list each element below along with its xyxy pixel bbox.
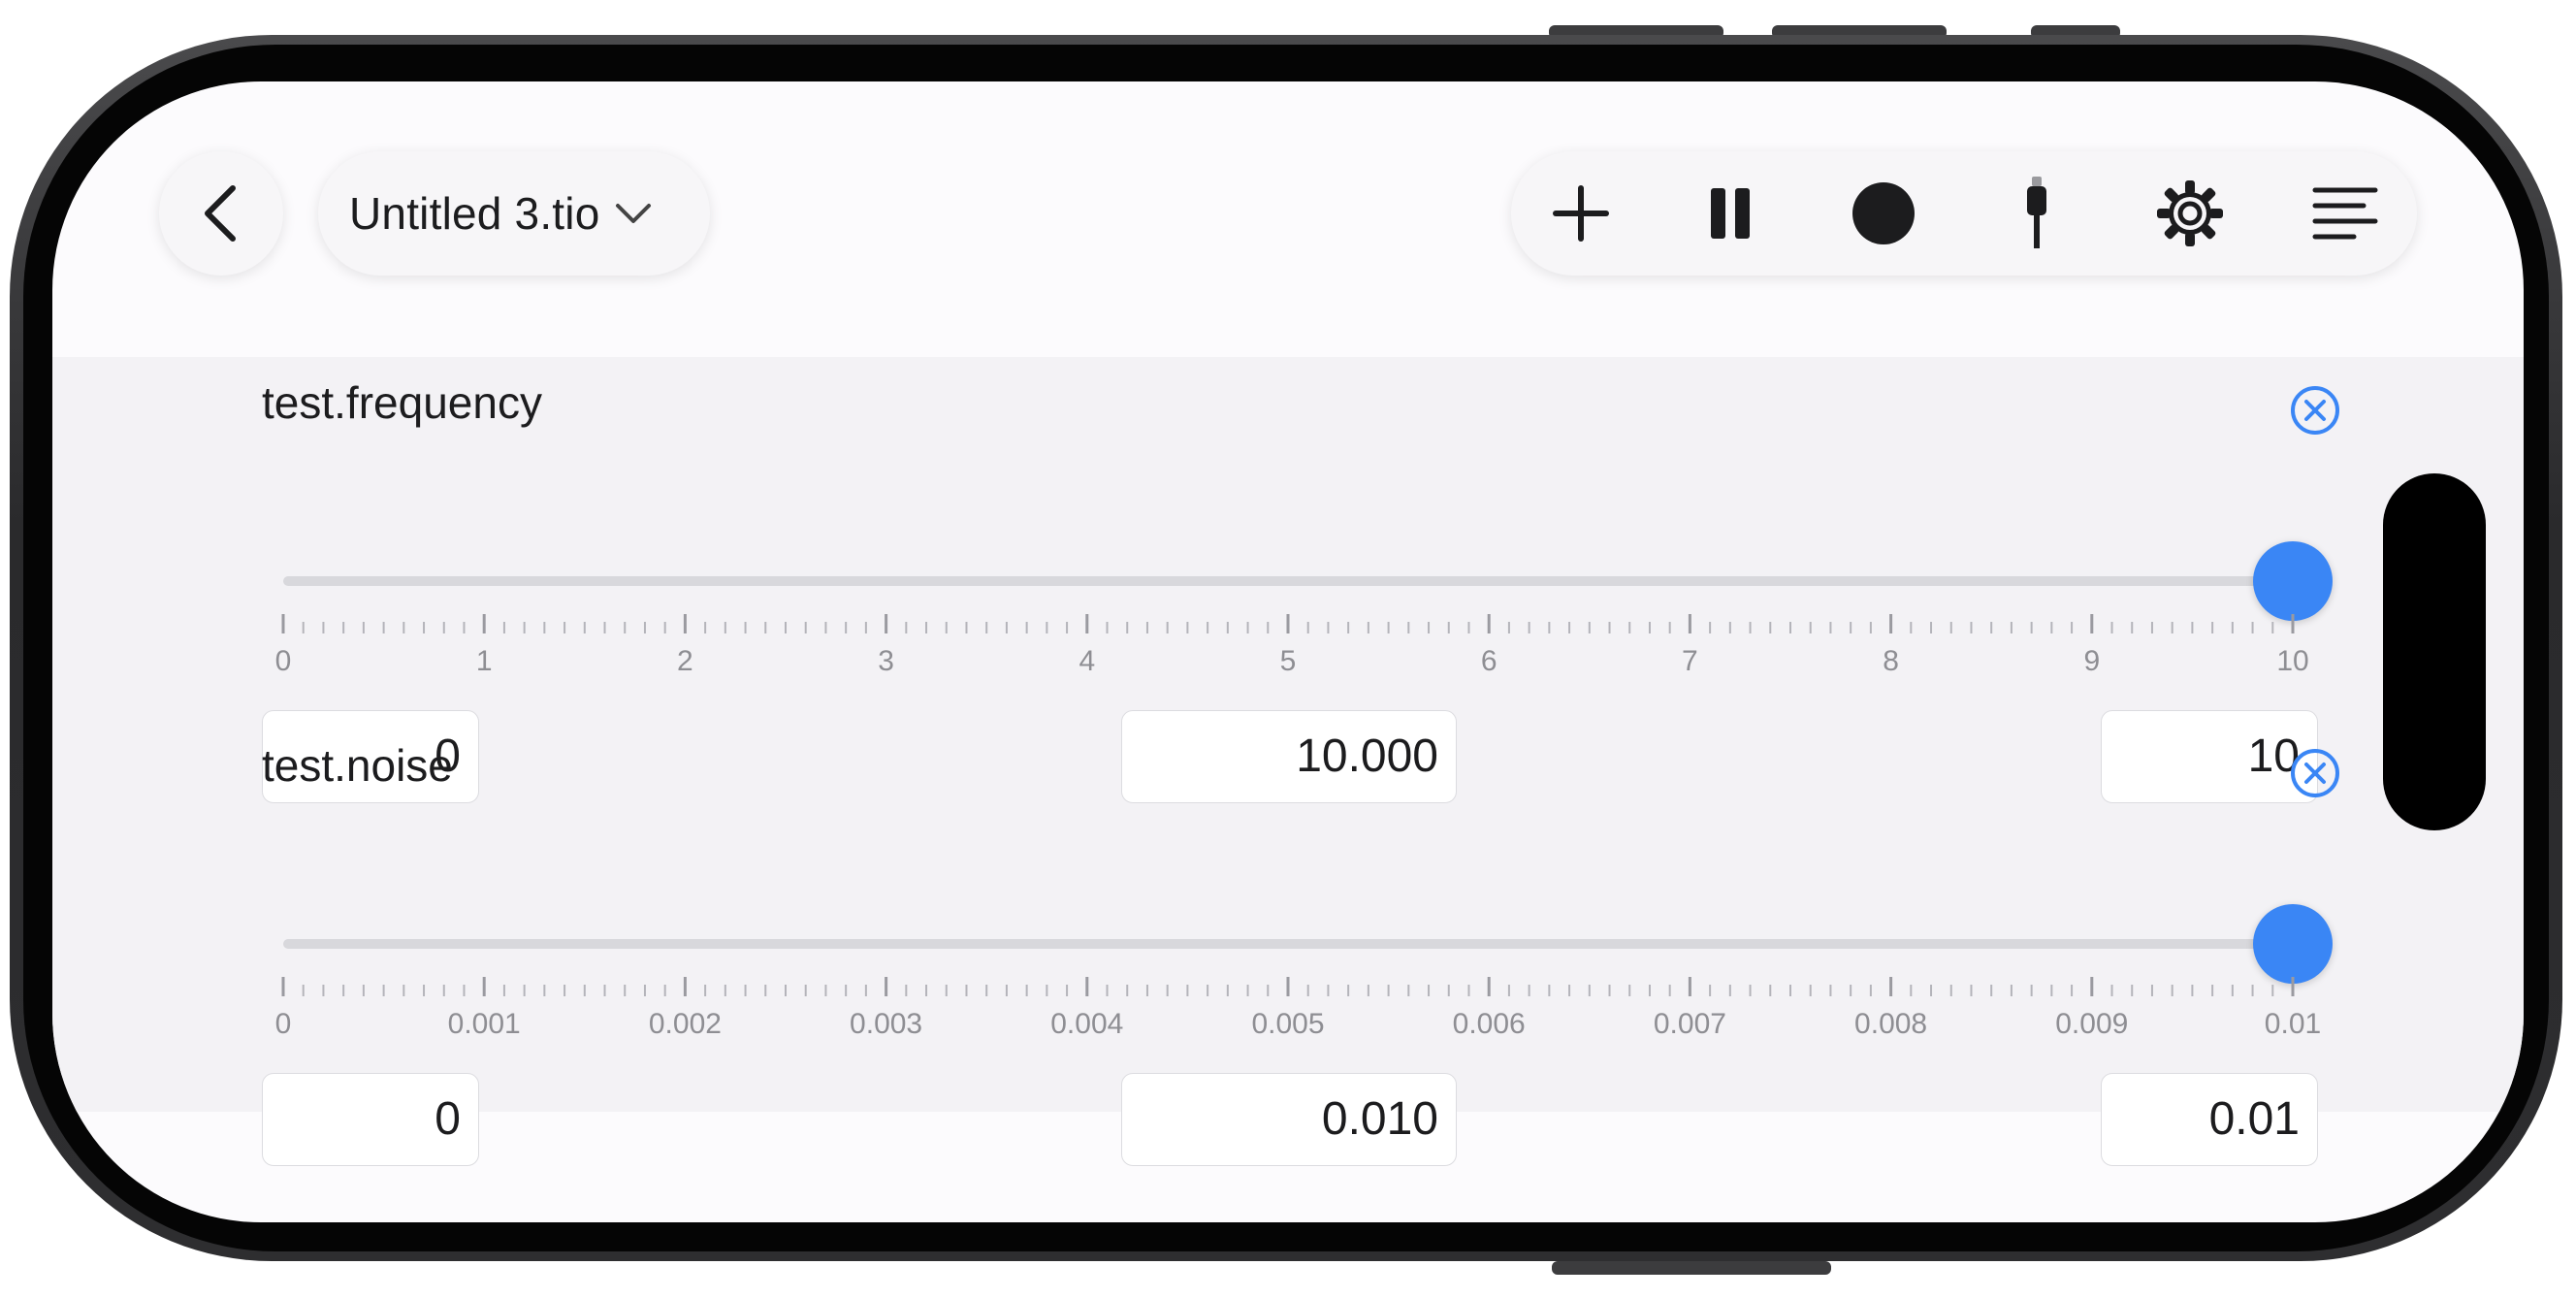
param-title: test.noise — [262, 740, 453, 791]
tick-ruler — [281, 614, 2295, 633]
max-field[interactable]: 0.01 — [2101, 1073, 2318, 1166]
tick-label: 6 — [1480, 645, 1497, 677]
record-icon — [1852, 182, 1915, 244]
tick-label: 8 — [1883, 645, 1899, 677]
tick-label: 0 — [274, 645, 292, 677]
tick-label: 4 — [1079, 645, 1096, 677]
tick-label: 0.005 — [1251, 1008, 1325, 1040]
min-field[interactable]: 0 — [262, 1073, 479, 1166]
tick-label: 0.009 — [2055, 1008, 2129, 1040]
remove-param-button[interactable] — [2290, 385, 2340, 436]
record-button[interactable] — [1845, 175, 1922, 252]
tick-label: 3 — [878, 645, 894, 677]
dynamic-island — [2383, 473, 2486, 830]
gear-icon — [2157, 180, 2223, 246]
tick-label: 0.01 — [2264, 1008, 2322, 1040]
plus-icon — [1553, 185, 1609, 242]
parameter-panel: test.frequency 0 1 2 3 4 5 6 7 8 9 10 0 … — [52, 357, 2524, 1166]
close-circle-icon — [2291, 749, 2339, 797]
pause-icon — [1711, 188, 1750, 239]
value-field[interactable]: 10.000 — [1121, 710, 1457, 803]
toolbar — [1511, 151, 2417, 276]
back-chevron-icon — [205, 185, 236, 242]
slider-track[interactable] — [283, 576, 2293, 586]
settings-button[interactable] — [2151, 175, 2229, 252]
menu-button[interactable] — [2306, 175, 2384, 252]
tick-label: 5 — [1279, 645, 1297, 677]
tick-label: 0.006 — [1452, 1008, 1526, 1040]
menu-lines-icon — [2312, 187, 2378, 240]
close-circle-icon — [2291, 386, 2339, 435]
usb-cable-icon — [2027, 177, 2046, 248]
slider-track[interactable] — [283, 939, 2293, 949]
tick-ruler — [281, 977, 2295, 996]
tick-label: 0.008 — [1854, 1008, 1928, 1040]
slider-thumb[interactable] — [2253, 904, 2333, 984]
tick-label: 0.002 — [648, 1008, 722, 1040]
max-field[interactable]: 10 — [2101, 710, 2318, 803]
tick-label: 0 — [274, 1008, 292, 1040]
tick-label: 0.003 — [850, 1008, 923, 1040]
value-field[interactable]: 0.010 — [1121, 1073, 1457, 1166]
tick-label: 9 — [2083, 645, 2101, 677]
slider-thumb[interactable] — [2253, 541, 2333, 621]
app-screen: Untitled 3.tio test.frequency 0 1 2 3 4 … — [52, 81, 2524, 1222]
connection-button[interactable] — [1998, 175, 2076, 252]
tick-label: 0.007 — [1653, 1008, 1726, 1040]
file-title: Untitled 3.tio — [349, 188, 600, 239]
param-title: test.frequency — [262, 377, 542, 428]
chevron-down-icon — [614, 201, 653, 226]
tick-label: 10 — [2276, 645, 2309, 677]
tick-label: 1 — [475, 645, 493, 677]
tick-label: 7 — [1682, 645, 1698, 677]
add-button[interactable] — [1542, 175, 1620, 252]
pause-button[interactable] — [1691, 175, 1769, 252]
back-button[interactable] — [159, 151, 283, 276]
tick-label: 0.004 — [1050, 1008, 1124, 1040]
tick-label: 2 — [677, 645, 693, 677]
file-selector-button[interactable]: Untitled 3.tio — [318, 151, 710, 276]
tick-label: 0.001 — [447, 1008, 521, 1040]
side-button — [1552, 1261, 1831, 1275]
remove-param-button[interactable] — [2290, 748, 2340, 798]
